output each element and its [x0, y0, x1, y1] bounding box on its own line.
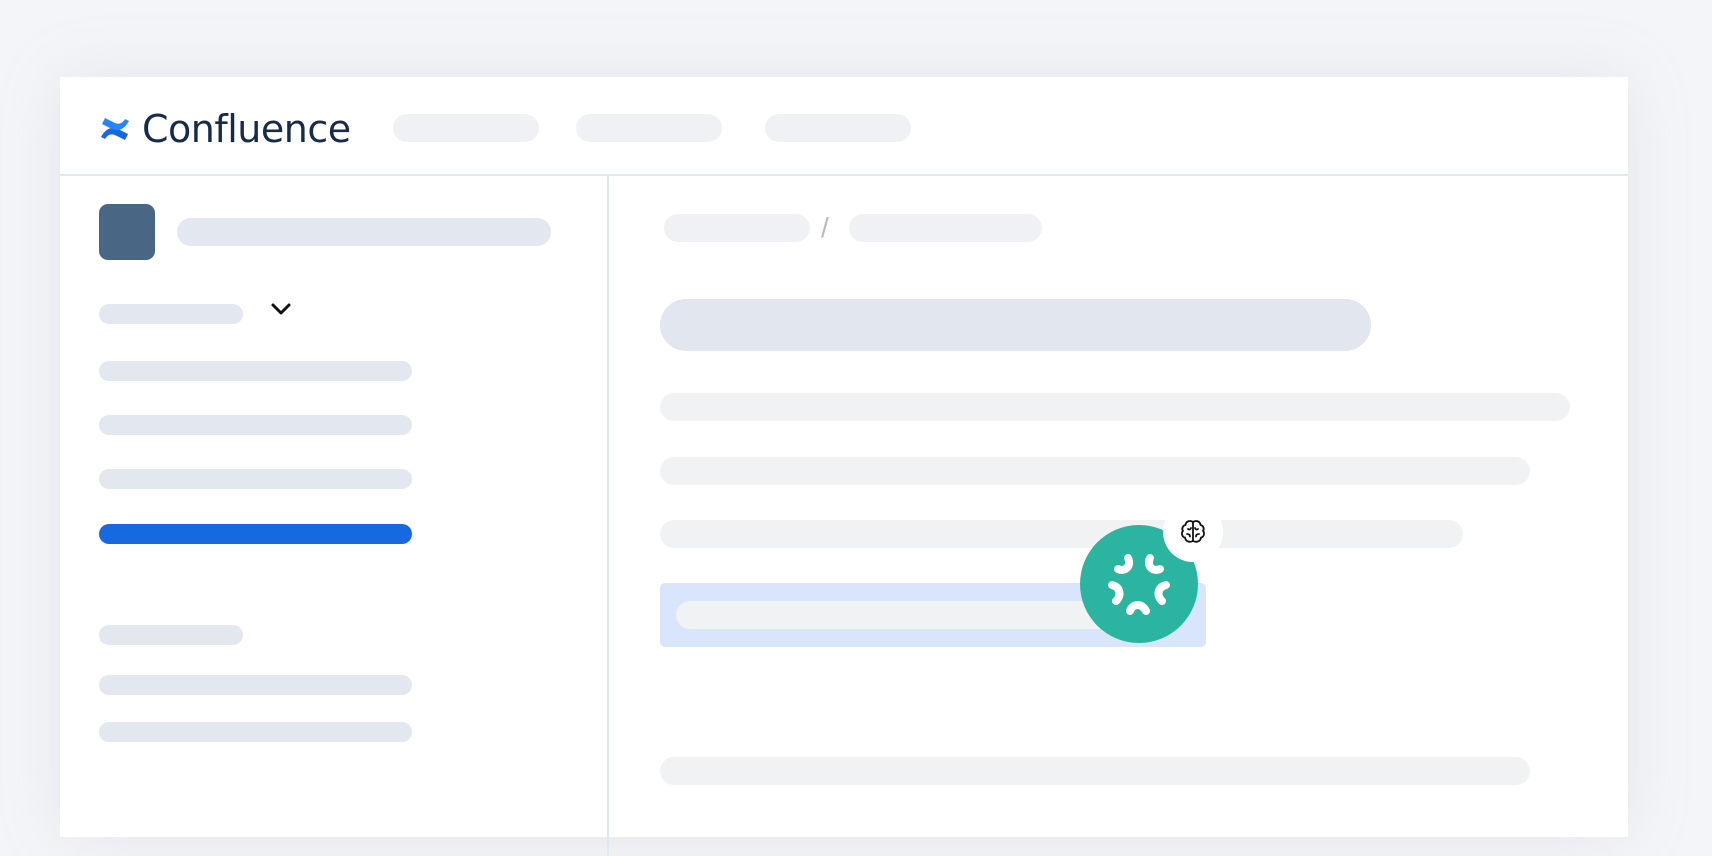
app-name: Confluence [142, 107, 351, 151]
sidebar-divider [607, 176, 609, 856]
chevron-down-icon[interactable] [267, 299, 295, 319]
space-title-placeholder [177, 218, 551, 246]
sidebar-item-placeholder[interactable] [99, 469, 412, 489]
breadcrumb-separator: / [821, 212, 829, 243]
sidebar-item-placeholder[interactable] [99, 361, 412, 381]
brain-icon [1181, 520, 1205, 543]
sidebar-item-placeholder[interactable] [99, 722, 412, 742]
sidebar-item-placeholder[interactable] [99, 675, 412, 695]
confluence-logo-icon [101, 118, 129, 140]
space-avatar[interactable] [99, 204, 155, 260]
nav-item-placeholder[interactable] [576, 114, 722, 142]
breadcrumb-item-placeholder[interactable] [664, 214, 810, 242]
sidebar-item-placeholder[interactable] [99, 415, 412, 435]
page-title-placeholder [660, 299, 1371, 351]
sidebar-item-active[interactable] [99, 524, 412, 544]
text-line-placeholder [660, 457, 1530, 485]
text-line-placeholder [660, 520, 1463, 548]
app-window: Confluence / [60, 77, 1628, 856]
top-navigation-bar: Confluence [60, 77, 1628, 176]
brain-badge[interactable] [1163, 502, 1223, 562]
section-header-placeholder[interactable] [99, 304, 243, 324]
breadcrumb-item-placeholder[interactable] [849, 214, 1042, 242]
section-header-placeholder[interactable] [99, 625, 243, 645]
nav-item-placeholder[interactable] [765, 114, 911, 142]
text-line-placeholder [660, 757, 1530, 785]
confluence-logo[interactable]: Confluence [98, 107, 351, 151]
text-line-placeholder [660, 393, 1570, 421]
nav-item-placeholder[interactable] [393, 114, 539, 142]
